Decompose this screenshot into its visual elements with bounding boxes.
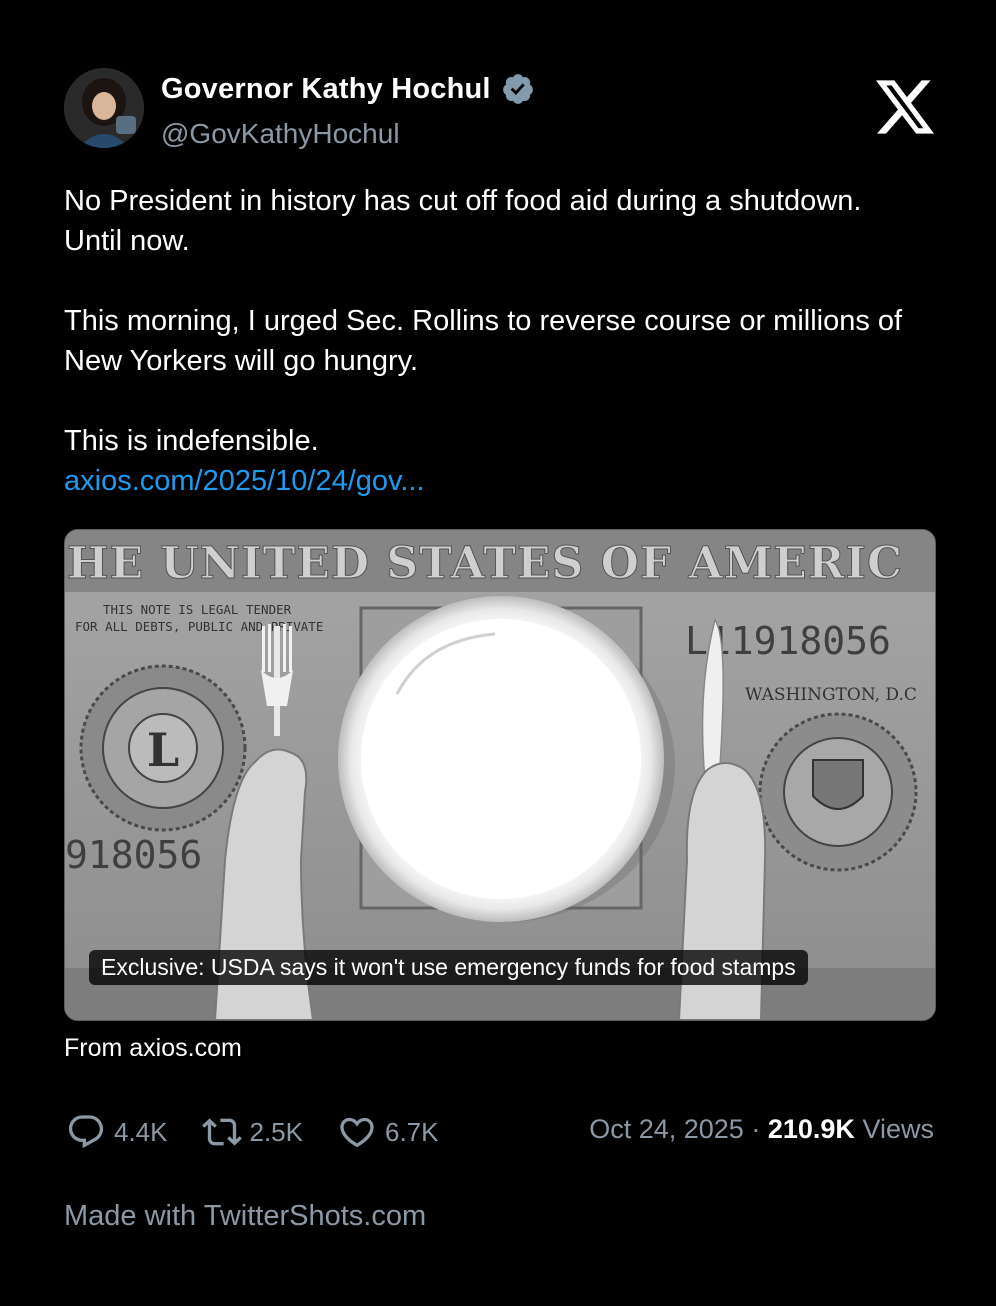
card-image: HE UNITED STATES OF AMERIC THIS NOTE IS … — [65, 530, 935, 1020]
treasury-seal — [758, 712, 918, 872]
tweet-date[interactable]: Oct 24, 2025 — [589, 1114, 744, 1144]
retweet-icon — [201, 1118, 242, 1146]
bill-washington: WASHINGTON, D.C — [745, 685, 917, 705]
like-icon — [340, 1117, 374, 1148]
views-label: Views — [862, 1114, 934, 1144]
author-handle[interactable]: @GovKathyHochul — [161, 118, 400, 150]
avatar-photo — [64, 68, 144, 148]
meta-separator: · — [751, 1114, 761, 1144]
bill-banner-text: HE UNITED STATES OF AMERIC — [67, 538, 903, 589]
engagement-stats: 4.4K 2.5K 6.7K — [64, 1110, 471, 1154]
watermark-footer: Made with TwitterShots.com — [64, 1200, 427, 1232]
card-source[interactable]: From axios.com — [64, 1034, 242, 1063]
reply-icon — [68, 1115, 104, 1149]
like-stat[interactable]: 6.7K — [335, 1112, 439, 1152]
avatar[interactable] — [64, 68, 144, 148]
tweet-text: No President in history has cut off food… — [64, 181, 924, 501]
tweet-paragraph-1: No President in history has cut off food… — [64, 185, 862, 257]
author-name-row: Governor Kathy Hochul — [161, 72, 535, 106]
retweet-count: 2.5K — [249, 1116, 304, 1147]
federal-reserve-seal: L — [79, 664, 247, 832]
x-logo-icon[interactable] — [876, 80, 934, 134]
like-count: 6.7K — [385, 1116, 439, 1147]
verified-badge-icon — [502, 74, 533, 104]
tweet-paragraph-2: This morning, I urged Sec. Rollins to re… — [64, 305, 903, 377]
bill-serial-left: 918056 — [65, 833, 202, 877]
tweet-link[interactable]: axios.com/2025/10/24/gov... — [64, 465, 425, 497]
author-name[interactable]: Governor Kathy Hochul — [161, 73, 491, 106]
bill-legal-text-1: THIS NOTE IS LEGAL TENDER — [103, 602, 292, 617]
reply-stat[interactable]: 4.4K — [64, 1112, 168, 1152]
bill-legal-text-2: FOR ALL DEBTS, PUBLIC AND PRIVATE — [75, 619, 323, 634]
seal-letter: L — [147, 723, 179, 777]
card-caption: Exclusive: USDA says it won't use emerge… — [89, 950, 808, 985]
reply-count: 4.4K — [114, 1116, 168, 1147]
views-count: 210.9K — [767, 1114, 855, 1144]
link-card[interactable]: HE UNITED STATES OF AMERIC THIS NOTE IS … — [64, 529, 936, 1021]
tweet-meta: Oct 24, 2025 · 210.9K Views — [589, 1114, 934, 1145]
retweet-stat[interactable]: 2.5K — [200, 1112, 304, 1152]
tweet-paragraph-3: This is indefensible. — [64, 425, 319, 457]
